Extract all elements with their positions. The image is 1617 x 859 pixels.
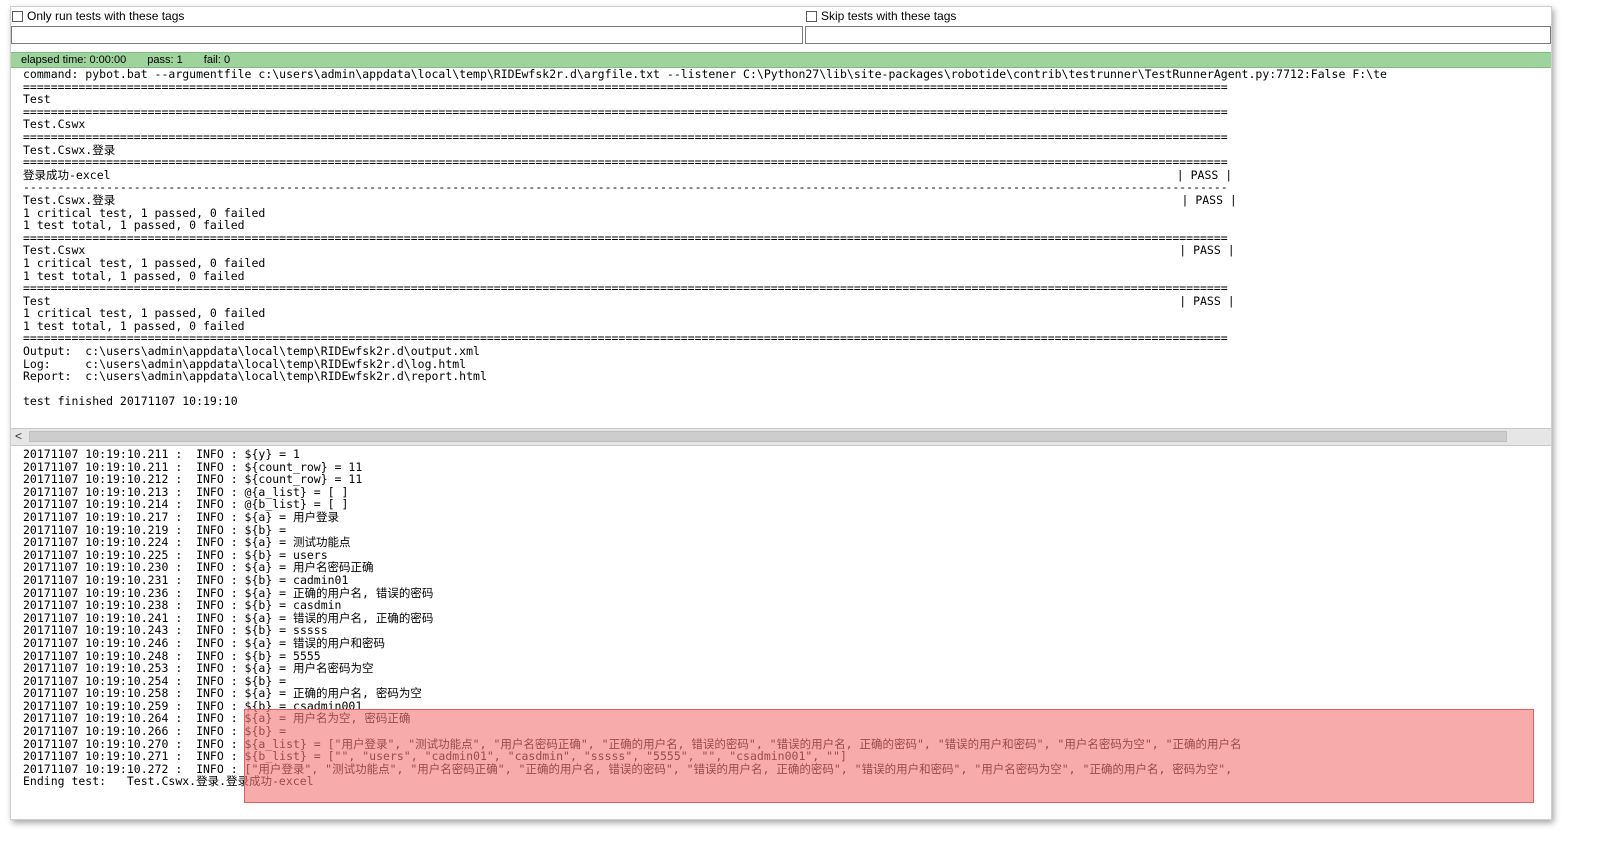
log-line: 20171107 10:19:10.231 : INFO : ${b} = ca…	[23, 572, 349, 587]
elapsed-time: elapsed time: 0:00:00	[21, 54, 127, 66]
log-line: 20171107 10:19:10.246 : INFO : ${a} = 错误…	[23, 635, 386, 650]
only-run-tags-input[interactable]	[11, 26, 803, 44]
log-line: 20171107 10:19:10.217 : INFO : ${a} = 用户…	[23, 509, 340, 524]
console-line: ========================================…	[23, 129, 1228, 144]
console-output[interactable]: command: pybot.bat --argumentfile c:\use…	[11, 68, 1551, 428]
highlight-annotation	[244, 709, 1534, 803]
run-status-bar: elapsed time: 0:00:00 pass: 1 fail: 0	[11, 52, 1551, 68]
horizontal-scrollbar[interactable]: <	[11, 428, 1551, 446]
log-line: 20171107 10:19:10.211 : INFO : ${y} = 1	[23, 448, 300, 461]
test-runner-panel: Only run tests with these tags Skip test…	[10, 6, 1552, 820]
console-line: 1 critical test, 1 passed, 0 failed	[23, 306, 266, 321]
skip-tags-input[interactable]	[805, 26, 1551, 44]
console-line: 1 critical test, 1 passed, 0 failed	[23, 205, 266, 220]
console-line: ========================================…	[23, 281, 1228, 296]
console-line: Test	[23, 92, 51, 107]
console-line: ========================================…	[23, 155, 1228, 170]
skip-tags-checkbox[interactable]	[806, 10, 817, 22]
scroll-left-arrow-icon[interactable]: <	[15, 429, 22, 444]
console-line: Report: c:\users\admin\appdata\local\tem…	[23, 369, 487, 384]
pass-count: pass: 1	[147, 54, 183, 66]
console-line: test finished 20171107 10:19:10	[23, 394, 238, 409]
log-line: 20171107 10:19:10.238 : INFO : ${b} = ca…	[23, 598, 342, 613]
log-line: 20171107 10:19:10.212 : INFO : ${count_r…	[23, 472, 363, 487]
log-line: 20171107 10:19:10.253 : INFO : ${a} = 用户…	[23, 661, 374, 676]
console-line: Test.Cswx.登录 | PASS |	[23, 192, 1237, 207]
console-line: command: pybot.bat --argumentfile c:\use…	[23, 68, 1387, 81]
console-line: 1 test total, 1 passed, 0 failed	[23, 218, 245, 233]
skip-tags-block: Skip tests with these tags	[805, 9, 1551, 47]
log-line: 20171107 10:19:10.258 : INFO : ${a} = 正确…	[23, 686, 422, 701]
skip-tags-label-row: Skip tests with these tags	[805, 9, 1551, 23]
log-line: 20171107 10:19:10.224 : INFO : ${a} = 测试…	[23, 535, 351, 550]
only-run-tags-label: Only run tests with these tags	[27, 9, 185, 23]
only-run-tags-block: Only run tests with these tags	[11, 9, 803, 47]
console-line: ========================================…	[23, 104, 1228, 119]
only-run-tags-checkbox[interactable]	[12, 10, 23, 22]
scrollbar-thumb[interactable]	[29, 431, 1507, 442]
skip-tags-label: Skip tests with these tags	[821, 9, 957, 23]
console-text: command: pybot.bat --argumentfile c:\use…	[11, 68, 1551, 408]
fail-count: fail: 0	[203, 54, 231, 66]
only-run-tags-label-row: Only run tests with these tags	[11, 9, 803, 23]
console-line: ========================================…	[23, 79, 1228, 94]
console-line: Output: c:\users\admin\appdata\local\tem…	[23, 344, 480, 359]
console-line: 1 critical test, 1 passed, 0 failed	[23, 255, 266, 270]
tag-filter-row: Only run tests with these tags Skip test…	[11, 7, 1551, 47]
